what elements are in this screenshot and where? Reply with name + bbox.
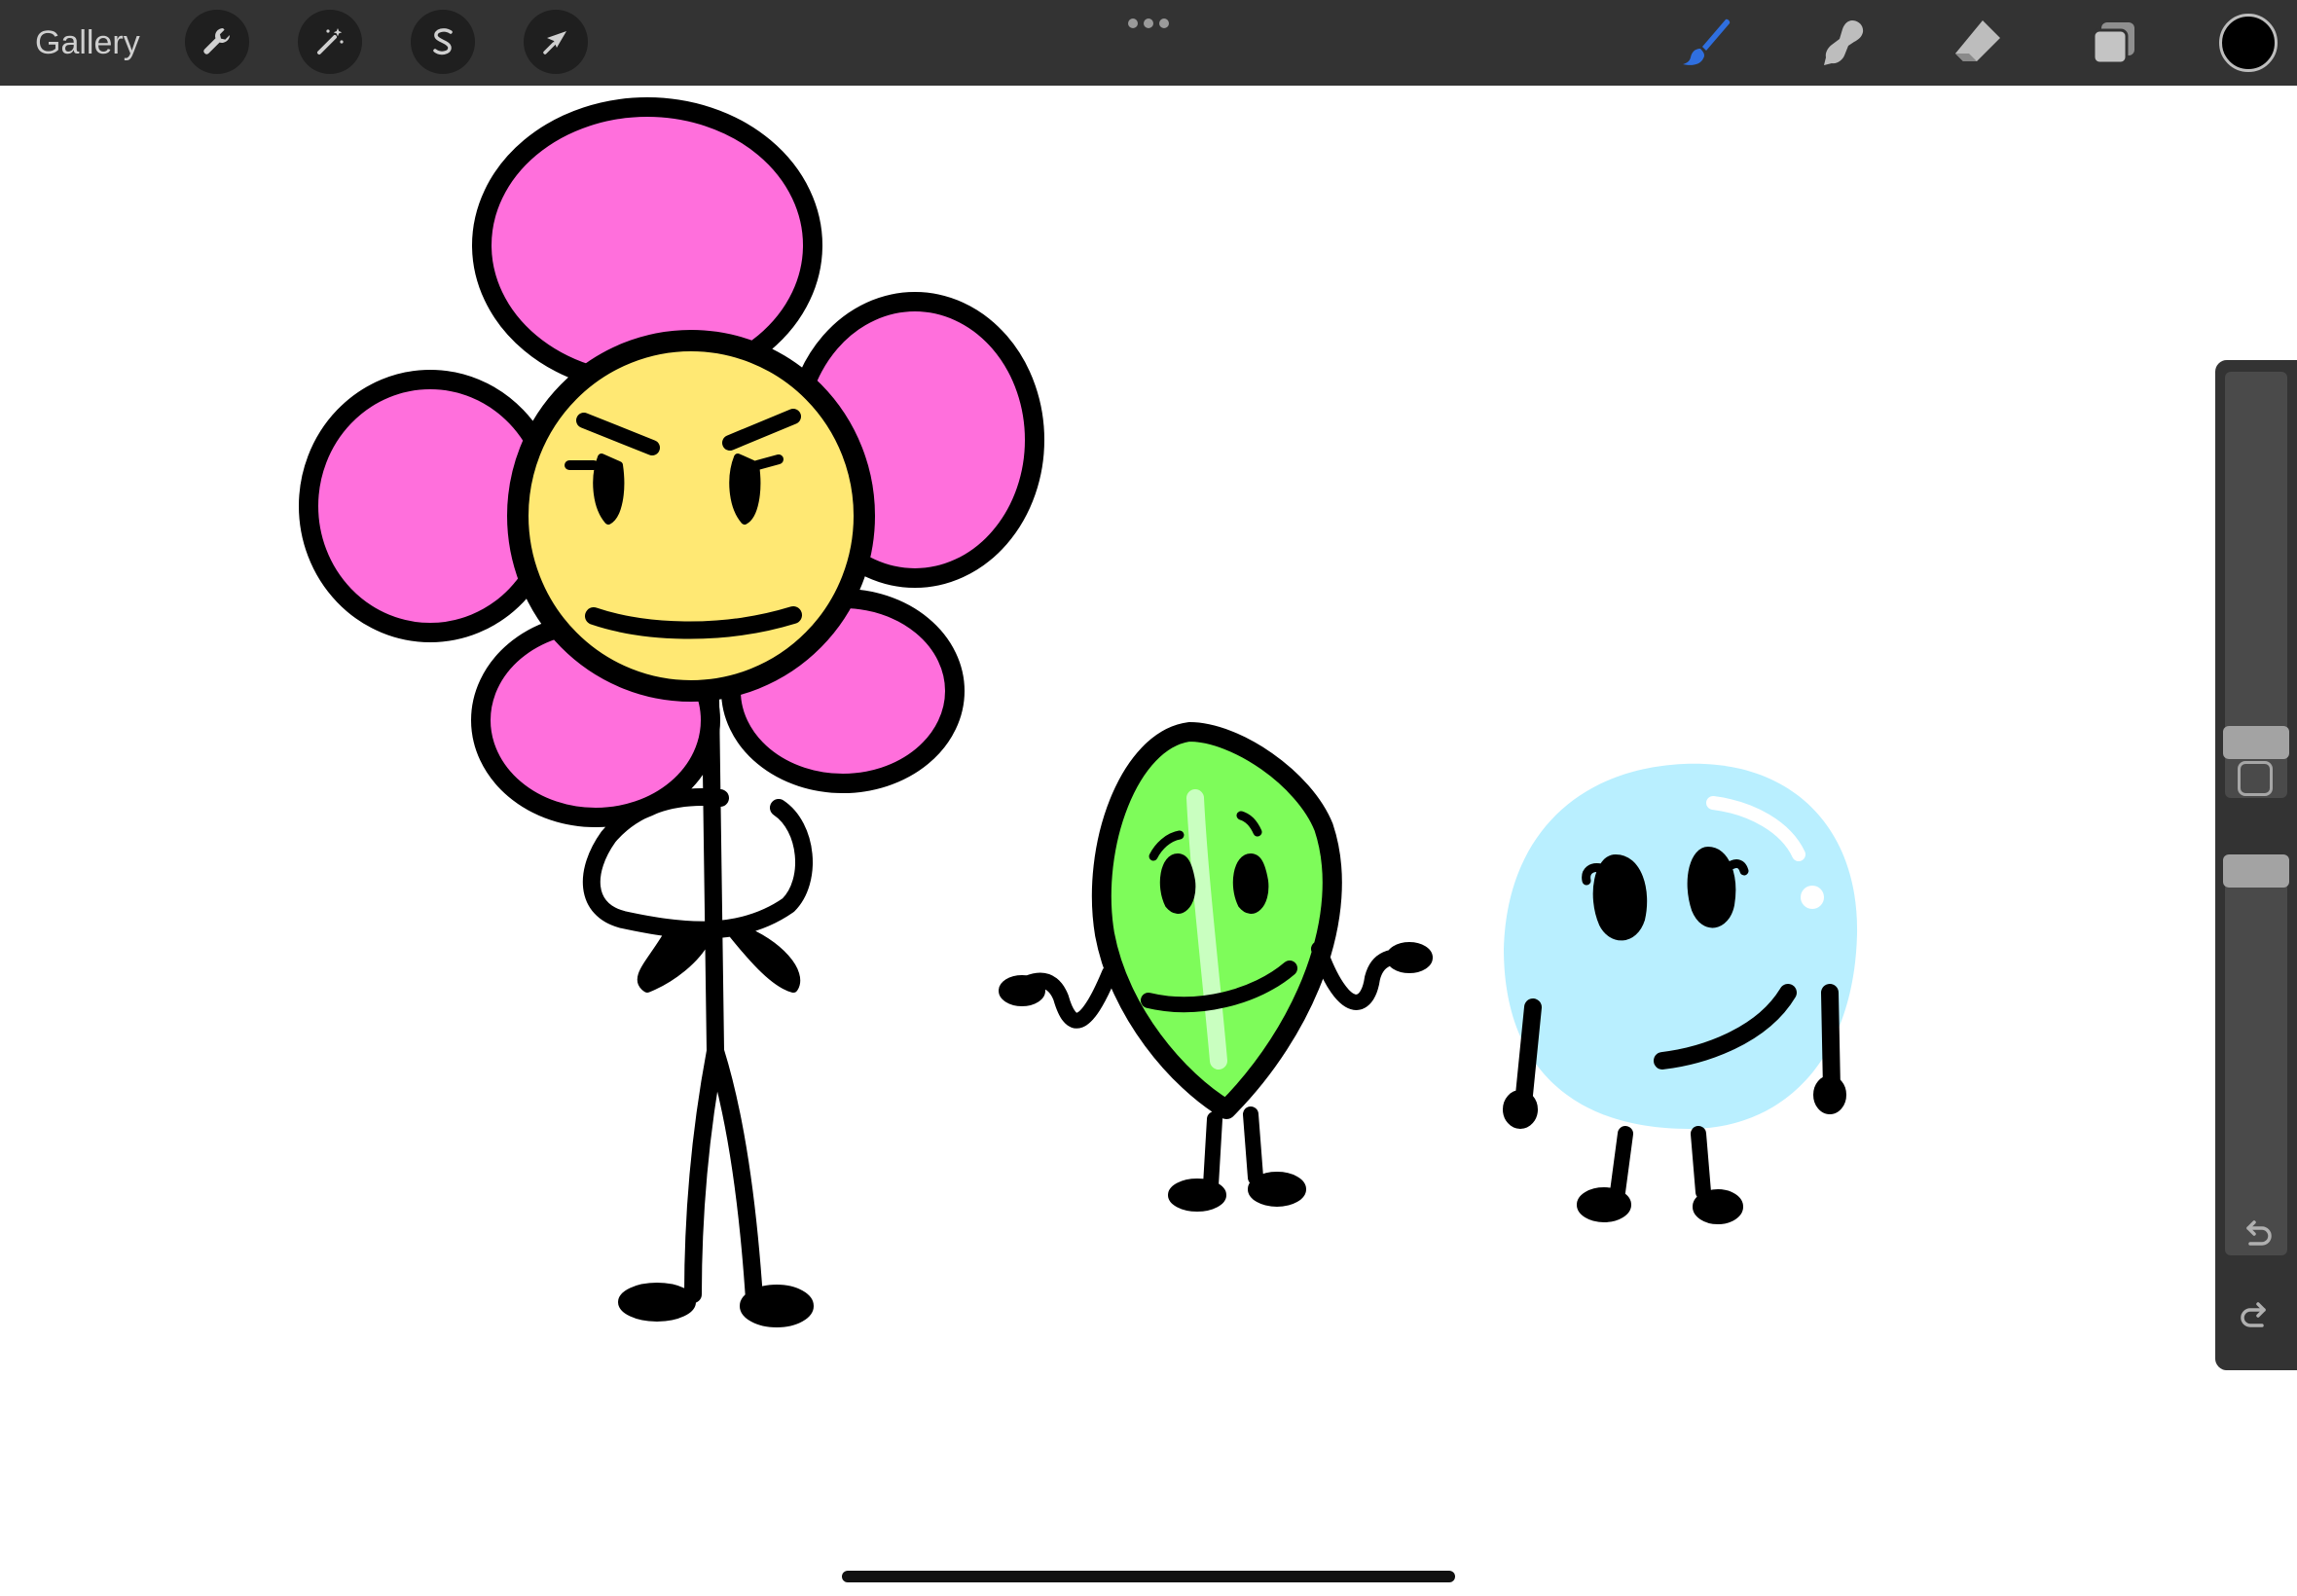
bubble-right-eye — [1687, 847, 1736, 928]
bubble-left-arm — [1514, 998, 1542, 1113]
magic-wand-icon — [317, 28, 344, 54]
drawing-canvas[interactable] — [0, 86, 2297, 1596]
leafy-character — [999, 722, 1433, 1212]
eraser-icon — [1955, 20, 2000, 61]
arrow-cursor-icon — [543, 31, 566, 54]
opacity-thumb[interactable] — [2223, 854, 2289, 888]
leafy-left-eye — [1159, 853, 1196, 914]
leafy-right-eye — [1232, 853, 1269, 914]
more-options-button[interactable] — [1124, 16, 1173, 31]
color-picker-button[interactable] — [2219, 14, 2278, 72]
smudge-button[interactable] — [1810, 12, 1873, 74]
bubble-character — [1503, 763, 1858, 1224]
leafy-legs — [1203, 1106, 1263, 1193]
brush-icon — [1683, 18, 1731, 65]
wrench-icon — [203, 28, 230, 54]
brush-sidebar — [2215, 360, 2297, 1370]
canvas-artwork — [299, 97, 1858, 1327]
dot — [1159, 18, 1169, 28]
eraser-button[interactable] — [1947, 12, 2009, 74]
redo-icon — [2241, 1302, 2266, 1327]
selection-s-icon — [433, 28, 453, 55]
opacity-slider[interactable] — [2223, 854, 2289, 1255]
home-indicator[interactable] — [842, 1571, 1455, 1582]
flower-body — [702, 692, 724, 1060]
procreate-app: Gallery — [0, 0, 2297, 1596]
bubble-body — [1504, 763, 1858, 1129]
flower-left-eye — [593, 453, 625, 525]
brush-size-slider[interactable] — [2223, 372, 2289, 798]
flower-arms — [582, 788, 813, 939]
flower-legs — [684, 1042, 763, 1308]
smudge-finger-icon — [1824, 20, 1864, 65]
gallery-button[interactable]: Gallery — [35, 19, 140, 66]
top-toolbar: Gallery — [0, 0, 2297, 86]
flower-left-foot — [618, 1283, 696, 1322]
undo-icon — [2246, 1220, 2272, 1246]
brush-size-thumb[interactable] — [2223, 726, 2289, 759]
flower-character — [299, 97, 1044, 1327]
dot — [1128, 18, 1138, 28]
bubble-right-arm — [1821, 984, 1841, 1099]
actions-button[interactable] — [185, 10, 249, 74]
brush-button[interactable] — [1674, 12, 1736, 74]
layers-button[interactable] — [2083, 12, 2145, 74]
undo-button[interactable] — [2233, 1213, 2279, 1259]
redo-button[interactable] — [2233, 1294, 2279, 1341]
modify-square-icon[interactable] — [2238, 761, 2273, 796]
bubble-legs — [1610, 1126, 1711, 1200]
selection-button[interactable] — [411, 10, 475, 74]
dot — [1144, 18, 1153, 28]
flower-right-foot — [740, 1285, 814, 1327]
transform-button[interactable] — [524, 10, 588, 74]
adjustments-button[interactable] — [298, 10, 362, 74]
layers-icon — [2092, 22, 2134, 65]
